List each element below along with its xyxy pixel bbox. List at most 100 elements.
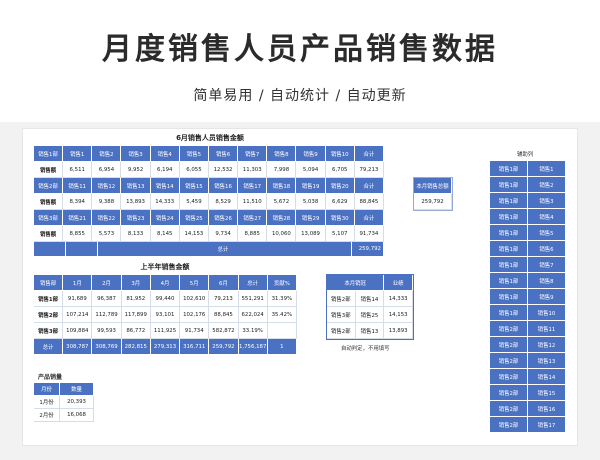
table1-header-cell: 销售11 (63, 178, 93, 194)
table1-cell[interactable]: 8,394 (63, 194, 93, 210)
table1-header-cell: 销售1部 (34, 146, 64, 162)
table1-cell[interactable]: 5,038 (296, 194, 326, 210)
table1-cell[interactable]: 12,532 (208, 162, 239, 178)
table2-cell[interactable]: 112,789 (92, 307, 122, 323)
table1-header-cell: 销售17 (238, 178, 268, 194)
table2-cell[interactable]: 102,176 (180, 307, 210, 323)
table2-cell[interactable]: 582,872 (209, 323, 239, 339)
aux-group-cell: 销售2部 (490, 353, 528, 369)
table2-cell[interactable]: 88,845 (209, 307, 239, 323)
table1-cell[interactable]: 13,089 (296, 226, 326, 242)
aux-label-cell: 销售11 (528, 321, 566, 337)
table1-header-cell: 销售30 (325, 210, 355, 226)
header: 月度销售人员产品销售数据 简单易用 / 自动统计 / 自动更新 (0, 0, 600, 122)
table2-total-cell: 1,756,187 (238, 339, 268, 355)
page-subtitle: 简单易用 / 自动统计 / 自动更新 (193, 88, 407, 104)
table2-cell[interactable]: 35.42% (267, 307, 297, 323)
table1-cell[interactable]: 6,055 (179, 162, 209, 178)
table1-cell[interactable]: 6,194 (150, 162, 180, 178)
table1-cell[interactable]: 9,734 (208, 226, 239, 242)
table1-cell[interactable]: 8,529 (208, 194, 239, 210)
table2-cell[interactable]: 79,213 (209, 291, 239, 307)
table1-total-row: 总计 259,792 (34, 242, 384, 257)
table1-header-cell: 销售14 (150, 178, 180, 194)
product-cell: 2月份 (34, 409, 61, 422)
table1-cell[interactable]: 8,855 (63, 226, 93, 242)
table2-cell[interactable]: 99,440 (150, 291, 181, 307)
table1-cell[interactable]: 5,107 (325, 226, 355, 242)
product-header-cell: 月份 (34, 383, 61, 396)
table1-header-cell: 销售27 (238, 210, 268, 226)
table2-header-cell: 3月 (121, 275, 151, 291)
table1-cell[interactable]: 5,459 (179, 194, 209, 210)
table2-cell[interactable]: 99,593 (92, 323, 122, 339)
table1-cell[interactable]: 5,094 (296, 162, 326, 178)
table1-cell[interactable]: 8,133 (121, 226, 151, 242)
table1-header-cell: 销售9 (296, 146, 326, 162)
table1-cell[interactable]: 91,734 (354, 226, 384, 242)
table1-cell[interactable]: 13,893 (121, 194, 151, 210)
champion-note: 自动判定，不用填写 (341, 346, 390, 352)
table2-cell[interactable]: 622,024 (238, 307, 268, 323)
aux-label-cell: 销售8 (528, 273, 566, 289)
table1-title: 6月销售人员销售金额 (176, 134, 244, 142)
table1-cell[interactable]: 8,145 (150, 226, 180, 242)
table1-cell[interactable]: 9,388 (92, 194, 122, 210)
table2-cell[interactable]: 91,734 (180, 323, 210, 339)
table1-header-cell: 销售4 (150, 146, 180, 162)
table2-cell[interactable]: 96,387 (92, 291, 122, 307)
aux-group-cell: 销售1部 (490, 305, 528, 321)
table2-header-cell: 5月 (180, 275, 210, 291)
aux-group-cell: 销售1部 (490, 177, 528, 193)
aux-label-cell: 销售1 (528, 161, 566, 177)
product-cell[interactable]: 20,393 (60, 396, 94, 409)
table1-cell[interactable]: 8,885 (238, 226, 268, 242)
table1-header-cell: 销售22 (92, 210, 122, 226)
product-header-cell: 数量 (60, 383, 94, 396)
table1-header-cell: 销售16 (208, 178, 239, 194)
table1-cell[interactable]: 10,060 (267, 226, 297, 242)
aux-label-cell: 销售5 (528, 225, 566, 241)
table1-cell[interactable]: 7,998 (267, 162, 297, 178)
table1-cell[interactable]: 5,672 (267, 194, 297, 210)
table1-cell[interactable]: 6,511 (63, 162, 93, 178)
table1-cell[interactable]: 6,954 (92, 162, 122, 178)
table2-cell[interactable]: 551,291 (238, 291, 268, 307)
table2-cell[interactable]: 31.39% (267, 291, 297, 307)
table1-header-cell: 销售23 (121, 210, 151, 226)
table1-total-value: 259,792 (351, 242, 384, 257)
aux-group-cell: 销售1部 (490, 289, 528, 305)
table1-header-cell: 销售13 (121, 178, 151, 194)
table1-cell[interactable]: 11,303 (238, 162, 268, 178)
table2-cell[interactable]: 102,610 (180, 291, 210, 307)
table2-cell[interactable]: 33.19% (238, 323, 268, 339)
table1-cell[interactable]: 79,213 (354, 162, 384, 178)
table2-cell[interactable]: 107,214 (63, 307, 93, 323)
aux-column: 销售1部 销售1 销售1部 销售2 销售1部 销售3 销售1部 销售4 销售1部 销售5 销售1部销… (490, 161, 566, 433)
table1-cell[interactable]: 14,153 (179, 226, 209, 242)
table1-cell[interactable]: 11,510 (238, 194, 268, 210)
aux-label-cell: 销售15 (528, 385, 566, 401)
table1-cell[interactable]: 5,573 (92, 226, 122, 242)
table1-cell: 销售额 (34, 162, 64, 178)
product-cell[interactable]: 16,068 (60, 409, 94, 422)
table1-header-cell: 销售8 (267, 146, 297, 162)
table2-cell[interactable]: 109,884 (63, 323, 93, 339)
table2-total-cell: 282,815 (121, 339, 151, 355)
table2-cell[interactable]: 86,772 (121, 323, 151, 339)
table1-cell[interactable]: 6,629 (325, 194, 355, 210)
table1-cell[interactable]: 14,333 (150, 194, 180, 210)
table2-cell[interactable]: 93,101 (150, 307, 181, 323)
table2-cell: 销售1部 (34, 291, 64, 307)
table1-cell[interactable]: 88,845 (354, 194, 384, 210)
table2-cell[interactable]: 117,899 (121, 307, 151, 323)
table1-cell[interactable]: 6,705 (325, 162, 355, 178)
table2-header-cell: 销售部 (34, 275, 64, 291)
table1-header-cell: 销售3部 (34, 210, 64, 226)
table1-cell[interactable]: 9,952 (121, 162, 151, 178)
table2-cell[interactable]: 91,689 (63, 291, 93, 307)
table2-cell[interactable]: 81,952 (121, 291, 151, 307)
table2-cell[interactable]: 111,925 (150, 323, 181, 339)
table1-header-cell: 销售2部 (34, 178, 64, 194)
table1-header-cell: 销售24 (150, 210, 180, 226)
